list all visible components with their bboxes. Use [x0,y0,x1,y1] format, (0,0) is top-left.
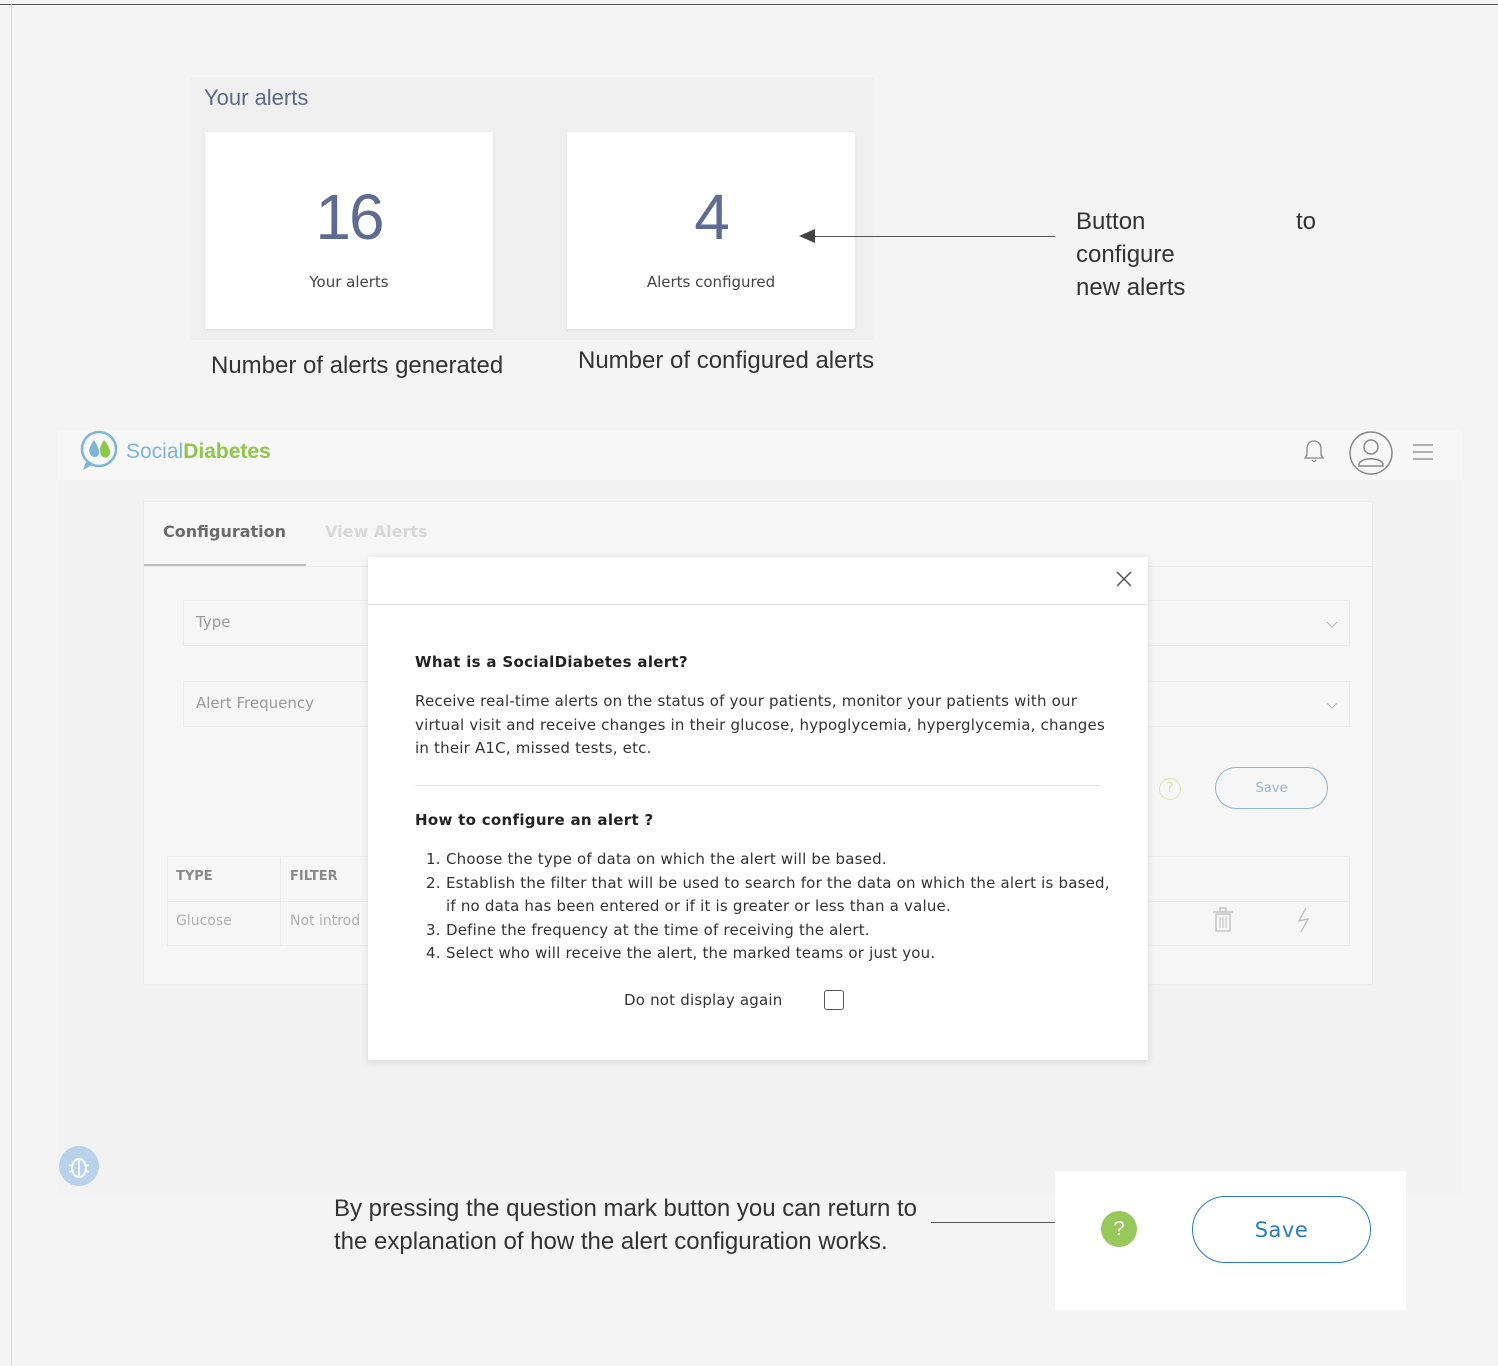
logo-social: Social [126,440,184,463]
step-number: 1. [426,850,441,868]
annotation-question-line1: By pressing the question mark button you… [334,1195,917,1222]
tab-view-alerts[interactable]: View Alerts [325,522,428,541]
list-item: 3. Define the frequency at the time of re… [426,919,1116,943]
modal-heading-how: How to configure an alert ? [415,811,654,829]
chevron-down-icon [1326,702,1338,709]
logo-icon [80,430,118,470]
modal-header-divider [368,604,1148,605]
modal-heading-what: What is a SocialDiabetes alert? [415,653,688,671]
step-text: Select who will receive the alert, the m… [446,944,936,962]
annotation-arrow-line [812,236,1055,237]
annotation-question: By pressing the question mark button you… [334,1192,934,1258]
logo-text: SocialDiabetes [126,440,271,464]
list-item: 4. Select who will receive the alert, the… [426,942,1116,966]
step-number: 2. [426,873,441,892]
list-item: 2. Establish the filter that will be used… [426,872,1116,919]
top-border [0,4,1498,5]
annotation-configure-line2: new alerts [1076,274,1186,301]
help-save-example: ? Save [1055,1171,1406,1310]
alerts-count: 16 [315,181,384,253]
annotation-arrow-line [931,1222,1072,1223]
table-cell-filter: Not introd [290,913,361,929]
table-cell-type: Glucose [176,913,232,929]
chevron-down-icon [1326,621,1338,628]
save-button[interactable]: Save [1215,767,1328,809]
help-modal: What is a SocialDiabetes alert? Receive … [368,557,1148,1060]
trash-icon[interactable] [1212,907,1234,933]
user-avatar-icon[interactable] [1348,430,1394,476]
bell-icon[interactable] [1302,438,1326,464]
bug-report-icon[interactable] [58,1145,100,1187]
alerts-count-label: Your alerts [309,273,389,291]
annotation-configure-button: Button to configure new alerts [1076,205,1316,304]
menu-icon[interactable] [1412,442,1434,462]
table-header-filter: FILTER [290,869,338,884]
step-text: Define the frequency at the time of rece… [446,920,870,939]
annotation-configure-line1: Button to configure [1076,208,1316,268]
close-icon[interactable] [1112,567,1136,591]
tab-configuration[interactable]: Configuration [163,522,286,541]
modal-steps-list: 1. Choose the type of data on which the a… [426,848,1116,966]
step-text: Choose the type of data on which the ale… [446,850,887,868]
modal-description: Receive real-time alerts on the status o… [415,692,1105,757]
alerts-configured-label: Alerts configured [646,273,776,291]
help-question-button[interactable]: ? [1159,778,1181,800]
app-header: SocialDiabetes [58,430,1462,480]
left-border [11,4,12,1366]
table-header-type: TYPE [176,869,213,884]
step-text: Establish the filter that will be used t… [446,873,1110,916]
bolt-icon[interactable] [1296,907,1312,933]
alerts-count-card[interactable]: 16 Your alerts [205,132,493,329]
annotation-configured: Number of configured alerts [578,347,875,374]
step-number: 3. [426,920,441,939]
step-number: 4. [426,944,441,962]
alert-frequency-label: Alert Frequency [196,694,314,712]
type-select-label: Type [196,613,231,631]
alerts-summary: Your alerts 16 Your alerts 4 Alerts conf… [190,77,874,340]
logo-diabetes: Diabetes [183,440,271,463]
annotation-generated: Number of alerts generated [211,352,504,379]
summary-title: Your alerts [204,85,309,110]
annotation-question-line2: the explanation of how the alert configu… [334,1228,888,1255]
save-button-large[interactable]: Save [1192,1196,1371,1263]
list-item: 1. Choose the type of data on which the a… [426,848,1116,872]
help-question-button-large[interactable]: ? [1101,1211,1137,1247]
dont-show-label: Do not display again [624,991,783,1009]
modal-divider [415,785,1101,786]
dont-show-checkbox[interactable] [824,990,844,1010]
annotation-arrow-head [799,229,815,243]
